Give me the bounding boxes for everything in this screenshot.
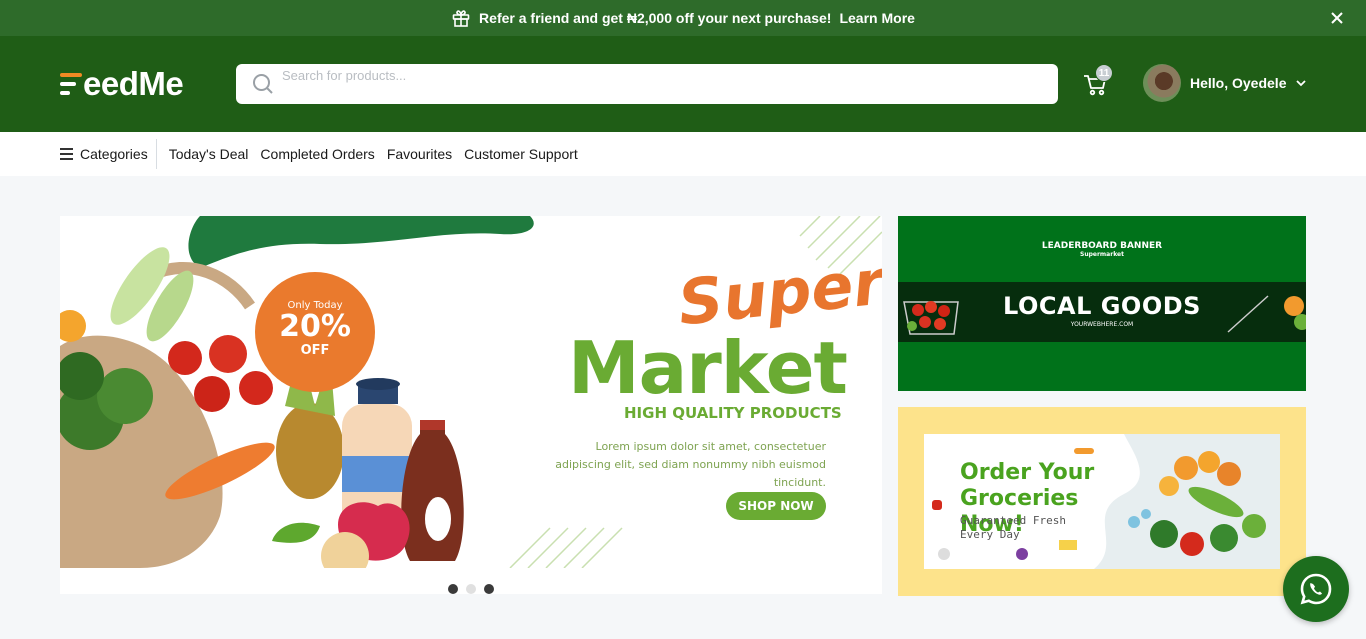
badge-off: OFF <box>300 343 330 358</box>
whatsapp-icon <box>1300 573 1332 605</box>
carousel-dot[interactable] <box>484 584 494 594</box>
search-input[interactable] <box>282 60 1022 90</box>
hero-carousel[interactable]: Only Today 20% OFF Super Market HIGH QUA… <box>60 216 882 594</box>
discount-badge: Only Today 20% OFF <box>255 272 375 392</box>
banner-title: LEADERBOARD BANNER <box>1041 241 1163 251</box>
logo[interactable]: eedMe <box>60 65 184 102</box>
nav-customer-support[interactable]: Customer Support <box>464 146 578 162</box>
search-icon[interactable] <box>252 73 274 95</box>
user-greeting: Hello, Oyedele <box>1190 75 1287 91</box>
logo-mark <box>60 69 82 99</box>
cart-count-badge: 11 <box>1095 64 1113 82</box>
promo-bar: Refer a friend and get ₦2,000 off your n… <box>0 0 1366 36</box>
nav-favourites[interactable]: Favourites <box>387 146 452 162</box>
learn-more-link[interactable]: Learn More <box>839 10 914 26</box>
whatsapp-button[interactable] <box>1283 556 1349 622</box>
search-bar[interactable] <box>236 60 1058 104</box>
categories-menu[interactable]: Categories <box>60 139 157 169</box>
avatar <box>1143 64 1181 102</box>
hero-subtitle: HIGH QUALITY PRODUCTS <box>624 404 842 422</box>
groceries-tagline: Guaranteed Fresh Every Day <box>960 514 1066 541</box>
local-goods-banner[interactable]: LEADERBOARD BANNER Supermarket LOCAL GOO… <box>898 216 1306 391</box>
promo-text: Refer a friend and get ₦2,000 off your n… <box>479 10 832 26</box>
nav-completed-orders[interactable]: Completed Orders <box>260 146 374 162</box>
badge-percent: 20% <box>279 309 351 344</box>
hero-title: Market <box>568 326 848 410</box>
banner-subtitle: Supermarket <box>1080 251 1124 258</box>
order-groceries-banner[interactable]: Order Your Groceries Now! Guaranteed Fre… <box>898 407 1306 596</box>
banner-headline: LOCAL GOODS <box>1003 292 1201 320</box>
logo-text: eedMe <box>83 65 184 102</box>
gift-icon <box>451 8 471 28</box>
close-icon[interactable] <box>1328 9 1346 27</box>
nav-todays-deal[interactable]: Today's Deal <box>169 146 249 162</box>
groceries-card: Order Your Groceries Now! Guaranteed Fre… <box>924 434 1280 569</box>
categories-label: Categories <box>80 146 148 162</box>
carousel-dot[interactable] <box>448 584 458 594</box>
hero-body: Lorem ipsum dolor sit amet, consectetuer… <box>555 440 826 489</box>
chevron-down-icon <box>1294 76 1308 90</box>
shop-now-button[interactable]: SHOP NOW <box>726 492 826 520</box>
user-menu[interactable]: Hello, Oyedele <box>1143 63 1308 103</box>
menu-icon <box>60 148 74 160</box>
carousel-dots <box>60 584 882 594</box>
banner-url: YOURWEBHERE.COM <box>1070 321 1134 328</box>
category-nav: Categories Today's Deal Completed Orders… <box>0 132 1366 176</box>
carousel-dot[interactable] <box>466 584 476 594</box>
header: eedMe 11 Hello, Oyedele <box>0 36 1366 132</box>
